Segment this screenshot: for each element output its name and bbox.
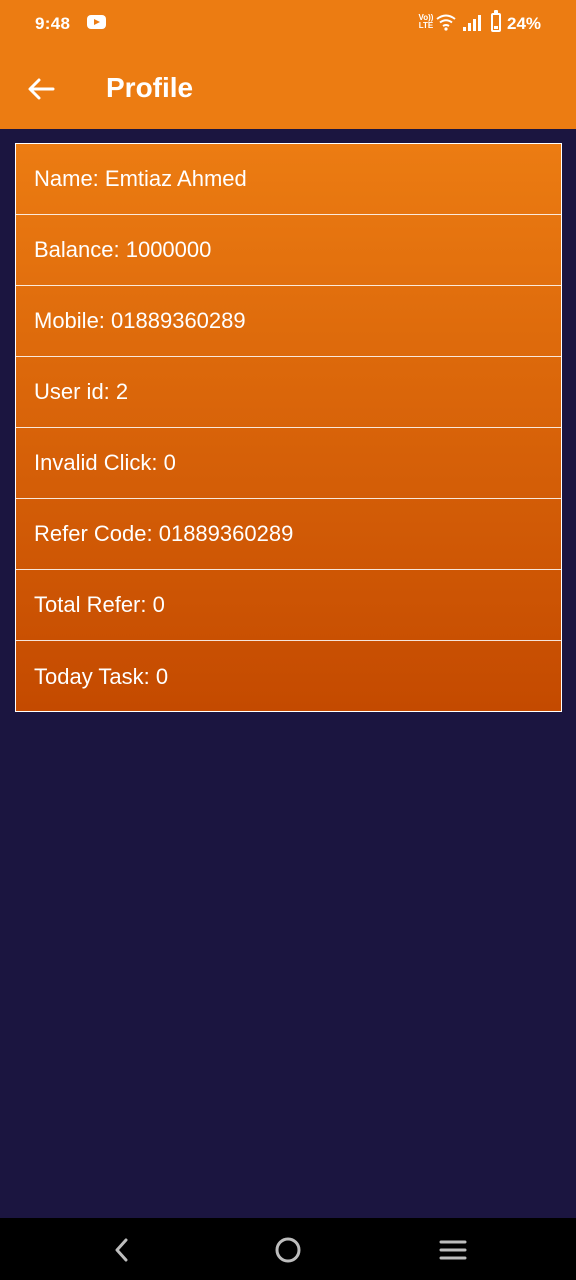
system-nav-bar — [0, 1218, 576, 1280]
battery-percent: 24% — [507, 14, 542, 33]
profile-row-total-refer: Total Refer: 0 — [16, 570, 561, 641]
nav-back-button[interactable] — [100, 1228, 144, 1272]
page-title: Profile — [106, 72, 194, 103]
nav-home-button[interactable] — [266, 1228, 310, 1272]
profile-refer-code: Refer Code: 01889360289 — [34, 521, 294, 546]
profile-row-mobile: Mobile: 01889360289 — [16, 286, 561, 357]
nav-recents-icon — [439, 1240, 467, 1260]
youtube-icon — [87, 15, 106, 29]
profile-row-user-id: User id: 2 — [16, 357, 561, 428]
profile-total-refer: Total Refer: 0 — [34, 592, 165, 617]
profile-today-task: Today Task: 0 — [34, 663, 169, 689]
profile-mobile: Mobile: 01889360289 — [34, 308, 246, 333]
wifi-icon — [436, 14, 456, 31]
back-arrow-icon — [28, 78, 55, 100]
profile-name: Name: Emtiaz Ahmed — [34, 166, 247, 191]
nav-recents-button[interactable] — [431, 1228, 475, 1272]
profile-row-name: Name: Emtiaz Ahmed — [16, 144, 561, 215]
status-time: 9:48 — [35, 14, 71, 33]
nav-home-icon — [275, 1237, 301, 1263]
profile-row-invalid-click: Invalid Click: 0 — [16, 428, 561, 499]
back-button[interactable] — [20, 68, 62, 110]
profile-list: Name: Emtiaz Ahmed Balance: 1000000 Mobi… — [15, 143, 562, 712]
app-bar: 9:48 Vo)) LTE 24% Profile — [0, 0, 576, 129]
profile-row-refer-code: Refer Code: 01889360289 — [16, 499, 561, 570]
status-bar: 9:48 Vo)) LTE 24% — [0, 0, 576, 48]
nav-back-icon — [115, 1238, 128, 1262]
profile-row-today-task: Today Task: 0 — [16, 641, 561, 712]
volte-icon: Vo)) LTE — [418, 13, 434, 30]
profile-invalid-click: Invalid Click: 0 — [34, 450, 176, 475]
profile-row-balance: Balance: 1000000 — [16, 215, 561, 286]
battery-icon — [491, 10, 501, 32]
profile-balance: Balance: 1000000 — [34, 237, 212, 262]
profile-user-id: User id: 2 — [34, 379, 129, 404]
signal-icon — [463, 15, 481, 31]
